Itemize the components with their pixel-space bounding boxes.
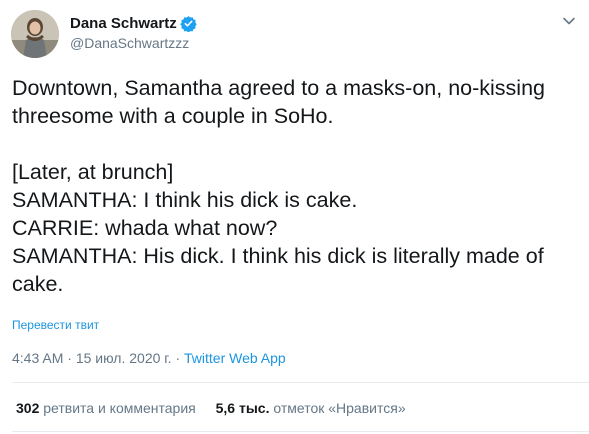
tweet-card: Dana Schwartz @DanaSchwartzzz Downtown, … [0, 0, 589, 434]
likes-stat[interactable]: 5,6 тыс. отметок «Нравится» [216, 400, 406, 416]
tweet-text-line: cake. [12, 272, 64, 296]
retweets-label: ретвита и комментария [43, 400, 196, 416]
author-handle[interactable]: @DanaSchwartzzz [70, 35, 189, 51]
tweet-meta: 4:43 AM · 15 июл. 2020 г. · Twitter Web … [12, 350, 286, 366]
tweet-source-link[interactable]: Twitter Web App [184, 350, 286, 366]
meta-separator: · [171, 350, 185, 366]
tweet-text-line: threesome with a couple in SoHo. [12, 104, 334, 128]
verified-badge-icon [179, 15, 197, 32]
retweets-stat[interactable]: 302 ретвита и комментария [16, 400, 196, 416]
divider [12, 382, 589, 383]
tweet-text: Downtown, Samantha agreed to a masks-on,… [12, 74, 582, 298]
tweet-text-line: Downtown, Samantha agreed to a masks-on,… [12, 76, 545, 100]
tweet-stats: 302 ретвита и комментария 5,6 тыс. отмет… [16, 400, 406, 416]
meta-separator: · [63, 350, 76, 366]
tweet-time[interactable]: 4:43 AM [12, 350, 63, 366]
avatar[interactable] [11, 10, 59, 58]
tweet-text-line: SAMANTHA: I think his dick is cake. [12, 188, 358, 212]
likes-label: отметок «Нравится» [273, 400, 406, 416]
tweet-text-line: CARRIE: whada what now? [12, 216, 278, 240]
author-name-row: Dana Schwartz [70, 13, 197, 33]
chevron-down-icon[interactable] [562, 14, 576, 28]
retweets-count: 302 [16, 400, 40, 416]
author-display-name[interactable]: Dana Schwartz [70, 15, 177, 32]
tweet-text-line: SAMANTHA: His dick. I think his dick is … [12, 244, 544, 268]
divider [12, 431, 589, 432]
tweet-text-line: [Later, at brunch] [12, 160, 174, 184]
translate-tweet-link[interactable]: Перевести твит [12, 318, 99, 332]
tweet-date[interactable]: 15 июл. 2020 г. [76, 350, 172, 366]
likes-count: 5,6 тыс. [215, 400, 270, 416]
